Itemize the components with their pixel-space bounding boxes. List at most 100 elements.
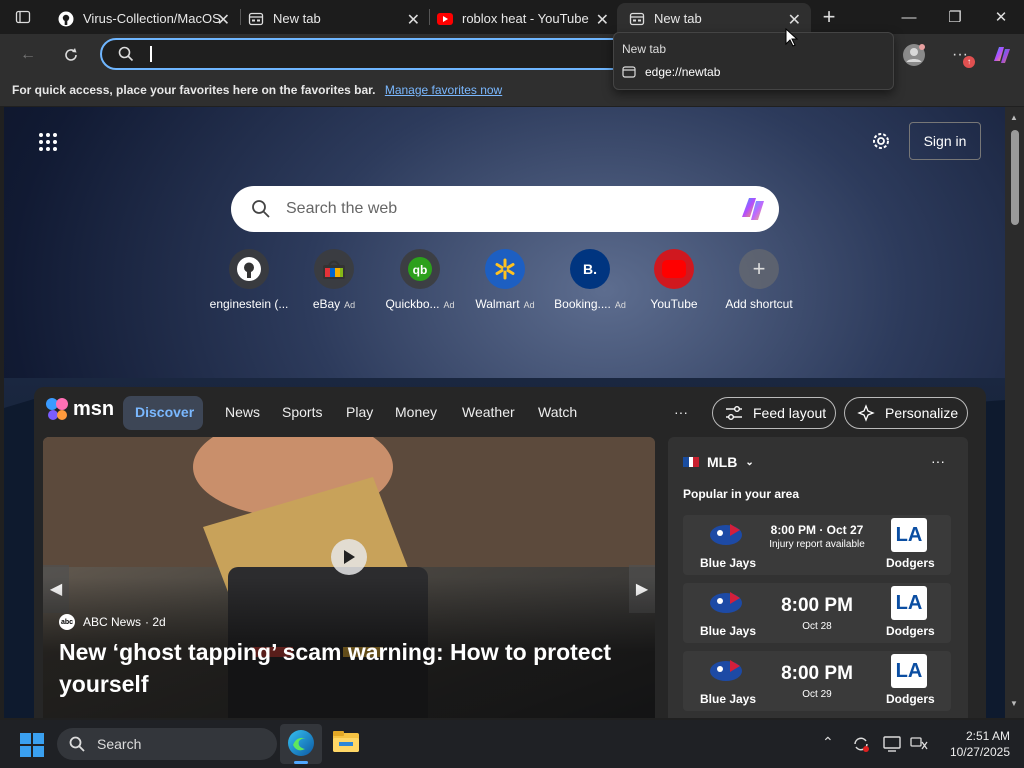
youtube-icon — [437, 11, 453, 27]
new-tab-button[interactable]: + — [806, 0, 852, 34]
booking-icon: B. — [570, 249, 610, 289]
display-icon[interactable] — [883, 735, 901, 753]
favorites-hint: For quick access, place your favorites h… — [12, 83, 376, 97]
start-button[interactable] — [20, 733, 44, 762]
shortcut-label: enginestein (... — [209, 297, 289, 311]
refresh-button[interactable] — [57, 41, 85, 69]
article-headline[interactable]: New ‘ghost tapping’ scam warning: How to… — [59, 636, 639, 700]
system-clock[interactable]: 2:51 AM 10/27/2025 — [940, 728, 1010, 760]
mouse-cursor-icon — [785, 28, 799, 47]
article-source: abc ABC News · 2d — [59, 614, 166, 630]
hero-article-card[interactable]: ◀ ▶ abc ABC News · 2d New ‘ghost tapping… — [43, 437, 655, 718]
play-video-button[interactable] — [331, 539, 367, 575]
plus-icon: + — [739, 249, 779, 289]
abc-news-logo-icon: abc — [59, 614, 75, 630]
tab-github[interactable]: Virus-Collection/MacOS ✕ — [46, 3, 240, 34]
msn-feed: msn Discover News Sports Play Money Weat… — [34, 387, 986, 718]
close-icon: ✕ — [994, 9, 1008, 26]
chevron-down-icon: ⌄ — [745, 456, 754, 468]
mlb-logo-icon — [683, 457, 699, 467]
newtab-icon — [622, 66, 636, 78]
minimize-button[interactable]: — — [886, 0, 932, 34]
scroll-up-icon[interactable]: ▲ — [1010, 113, 1018, 122]
copilot-button[interactable] — [988, 41, 1016, 69]
suggestion-newtab[interactable]: edge://newtab — [622, 65, 720, 79]
network-icon[interactable] — [910, 735, 928, 753]
shortcut-label: eBay — [312, 297, 341, 311]
settings-more-button[interactable]: ··· ↑ — [946, 41, 975, 69]
app-grid-icon — [39, 133, 57, 151]
shortcut-label: Add shortcut — [725, 297, 793, 311]
game-card[interactable]: Blue Jays 8:00 PM Oct 29 LA Dodgers — [683, 651, 951, 711]
plus-icon: + — [822, 4, 836, 29]
dodgers-logo-icon: LA — [891, 518, 927, 552]
minimize-icon: — — [901, 8, 917, 26]
manage-favorites-link[interactable]: Manage favorites now — [385, 83, 502, 97]
mlb-subtitle: Popular in your area — [683, 487, 800, 501]
page-settings-button[interactable] — [870, 130, 892, 157]
tab-new-tab-active[interactable]: New tab ✕ — [617, 3, 811, 34]
tab-new-tab-1[interactable]: New tab ✕ — [236, 3, 430, 34]
sync-icon[interactable] — [852, 735, 870, 753]
feed-layout-button[interactable]: Feed layout — [712, 397, 836, 429]
maximize-button[interactable]: ❐ — [932, 0, 978, 34]
sign-in-button[interactable]: Sign in — [909, 122, 981, 160]
shortcut-quickbooks[interactable]: qb Quickbo... Ad — [377, 249, 463, 311]
close-tab-icon[interactable]: ✕ — [407, 10, 420, 30]
text-caret — [150, 46, 152, 62]
apps-launcher-button[interactable] — [38, 132, 58, 157]
nav-sports[interactable]: Sports — [282, 404, 322, 420]
away-team: Dodgers — [886, 624, 935, 638]
gear-icon — [873, 133, 889, 149]
shortcut-ebay[interactable]: eBay Ad — [291, 249, 377, 311]
github-icon — [58, 11, 74, 27]
close-tab-icon[interactable]: ✕ — [596, 10, 609, 30]
nav-watch[interactable]: Watch — [538, 404, 577, 420]
shortcut-booking[interactable]: B. Booking.... Ad — [547, 249, 633, 311]
ebay-bag-icon — [314, 249, 354, 289]
msn-butterfly-icon — [46, 398, 68, 420]
nav-discover[interactable]: Discover — [135, 404, 194, 420]
folder-icon — [333, 731, 359, 752]
copilot-icon[interactable] — [737, 193, 769, 225]
scrollbar-thumb[interactable] — [1011, 130, 1019, 225]
game-card[interactable]: Blue Jays 8:00 PM Oct 28 LA Dodgers — [683, 583, 951, 643]
add-shortcut-button[interactable]: + Add shortcut — [716, 249, 802, 311]
profile-button[interactable] — [900, 41, 928, 69]
dodgers-logo-icon: LA — [891, 586, 927, 620]
nav-play[interactable]: Play — [346, 404, 373, 420]
more-nav-button[interactable]: ··· — [674, 404, 688, 420]
web-search-box[interactable]: Search the web — [231, 186, 779, 232]
scroll-down-icon[interactable]: ▼ — [1010, 699, 1018, 708]
msn-logo[interactable]: msn — [44, 396, 114, 422]
nav-news[interactable]: News — [225, 404, 260, 420]
chevron-up-icon[interactable]: ⌃ — [822, 734, 834, 751]
close-tab-icon[interactable]: ✕ — [788, 10, 801, 30]
tab-actions-button[interactable] — [0, 0, 46, 34]
ad-badge: Ad — [344, 300, 356, 310]
back-button[interactable]: ← — [14, 41, 42, 69]
tab-youtube[interactable]: roblox heat - YouTube ✕ — [425, 3, 619, 34]
restore-icon: ❐ — [948, 9, 962, 26]
league-selector[interactable]: MLB ⌄ — [683, 454, 754, 470]
personalize-button[interactable]: Personalize — [844, 397, 968, 429]
nav-weather[interactable]: Weather — [462, 404, 515, 420]
address-input[interactable] — [100, 38, 660, 70]
shortcut-github[interactable]: enginestein (... — [206, 249, 292, 311]
taskbar-search[interactable]: Search — [57, 728, 277, 760]
game-card[interactable]: Blue Jays 8:00 PM · Oct 27 Injury report… — [683, 515, 951, 575]
page-scrollbar[interactable]: ▲ ▼ — [1005, 107, 1024, 718]
nav-money[interactable]: Money — [395, 404, 437, 420]
copilot-icon — [994, 47, 1010, 63]
taskbar-edge[interactable] — [280, 724, 322, 764]
shortcut-youtube[interactable]: YouTube — [631, 249, 717, 311]
close-tab-icon[interactable]: ✕ — [217, 10, 230, 30]
close-window-button[interactable]: ✕ — [978, 0, 1024, 34]
sparkle-pencil-icon — [857, 404, 875, 422]
shortcut-label: Booking.... — [554, 297, 611, 311]
more-options-icon[interactable]: ··· — [931, 453, 945, 469]
shortcut-walmart[interactable]: Walmart Ad — [462, 249, 548, 311]
windows-taskbar: Search ⌃ 2:51 AM 10/27/2025 — [0, 720, 1024, 768]
refresh-icon — [65, 48, 77, 61]
taskbar-file-explorer[interactable] — [332, 728, 360, 759]
